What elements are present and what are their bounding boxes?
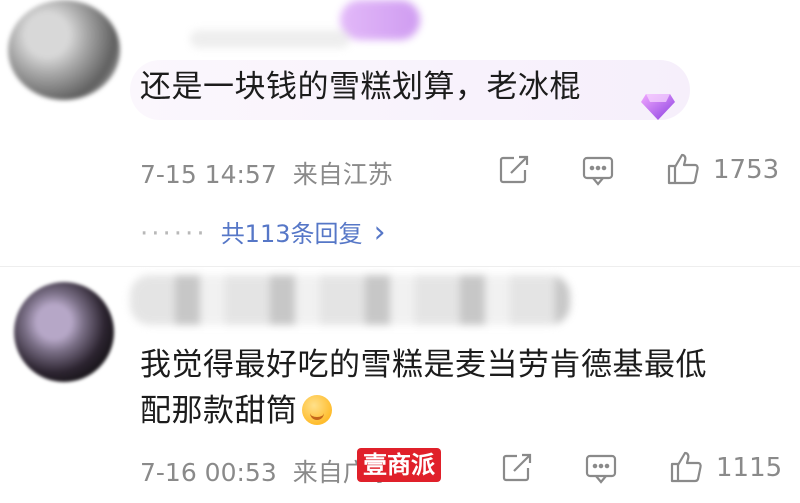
username-blurred-shadow xyxy=(190,30,350,48)
timestamp: 7-16 00:53 xyxy=(140,458,277,487)
like-count: 1115 xyxy=(716,453,783,483)
share-icon[interactable] xyxy=(497,153,531,187)
comment-divider xyxy=(0,266,800,267)
smiling-face-emoji xyxy=(301,395,332,425)
comment-icon[interactable] xyxy=(584,451,618,485)
comment-icon[interactable] xyxy=(581,153,615,187)
comment-meta: 7-15 14:57 来自江苏 xyxy=(140,155,393,191)
comment-text: 我觉得最好吃的雪糕是麦当劳肯德基最低 配那款甜筒 xyxy=(140,342,707,434)
comment-text-line: 我觉得最好吃的雪糕是麦当劳肯德基最低 xyxy=(140,347,707,383)
timestamp: 7-15 14:57 xyxy=(140,160,277,189)
chevron-right-icon[interactable]: › xyxy=(374,215,386,250)
share-icon[interactable] xyxy=(500,451,534,485)
thumbs-up-icon[interactable] xyxy=(668,449,704,485)
watermark: 壹商派 xyxy=(357,448,441,482)
replies-link[interactable]: 共113条回复 xyxy=(221,220,363,248)
comment-text-line: 配那款甜筒 xyxy=(140,388,707,434)
like-count: 1753 xyxy=(713,155,780,185)
comment-text: 还是一块钱的雪糕划算，老冰棍 xyxy=(140,69,581,105)
gem-badge-icon xyxy=(640,90,676,126)
avatar[interactable] xyxy=(8,0,120,100)
comment-meta: 7-16 00:53 来自广东 xyxy=(140,453,393,489)
avatar[interactable] xyxy=(14,282,114,382)
reply-dots: ······ xyxy=(140,219,208,249)
replies-row[interactable]: ······ 共113条回复 › xyxy=(140,214,386,250)
username-blurred[interactable] xyxy=(130,275,570,325)
location: 来自江苏 xyxy=(292,160,393,189)
thumbs-up-icon[interactable] xyxy=(665,151,701,187)
username-blurred[interactable] xyxy=(340,0,420,40)
